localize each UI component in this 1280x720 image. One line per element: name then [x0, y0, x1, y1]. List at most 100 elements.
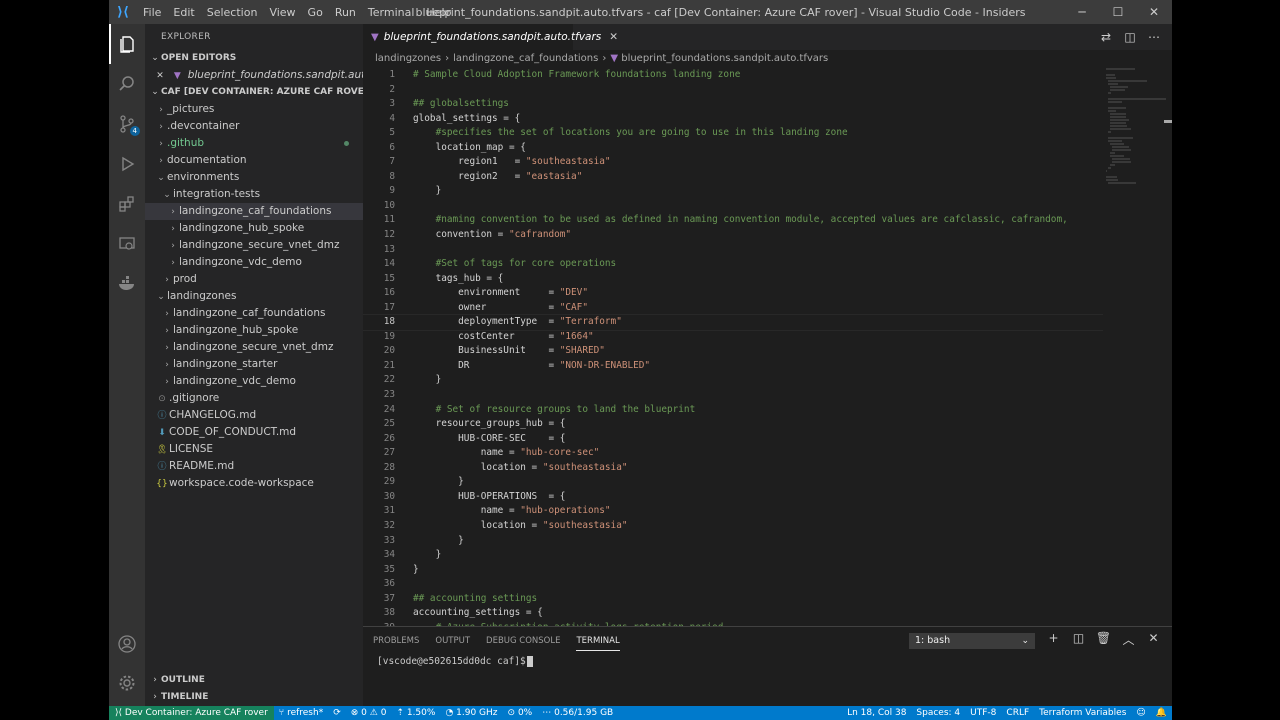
- tree-item[interactable]: ⬇ CODE_OF_CONDUCT.md: [145, 424, 363, 441]
- breadcrumb-item[interactable]: landingzones: [375, 53, 441, 64]
- tree-item[interactable]: › landingzone_vdc_demo: [145, 254, 363, 271]
- trash-icon[interactable]: 🗑: [1091, 631, 1116, 648]
- open-changes-icon[interactable]: ⇄: [1094, 30, 1118, 44]
- source-control-icon[interactable]: 4: [109, 104, 145, 144]
- problems-indicator[interactable]: ⊗ 0 ⚠ 0: [346, 708, 392, 718]
- manage-gear-icon[interactable]: [109, 663, 145, 703]
- sync-icon[interactable]: ⟳: [328, 708, 346, 718]
- cpu-indicator: ⇡ 1.50%: [391, 708, 440, 718]
- open-editors-section[interactable]: ⌄ OPEN EDITORS: [145, 50, 363, 67]
- string-literal: "cafrandom": [508, 229, 572, 241]
- menu-view[interactable]: View: [263, 6, 301, 19]
- close-panel-icon[interactable]: ✕: [1141, 631, 1166, 648]
- menu-selection[interactable]: Selection: [201, 6, 264, 19]
- breadcrumb-item[interactable]: blueprint_foundations.sandpit.auto.tfvar…: [621, 53, 828, 64]
- code-line: 10: [363, 199, 1103, 214]
- menu-go[interactable]: Go: [302, 6, 329, 19]
- docker-icon[interactable]: [109, 264, 145, 304]
- maximize-panel-icon[interactable]: ︿: [1116, 631, 1141, 648]
- info-icon: ⓘ: [157, 411, 167, 421]
- close-window-icon[interactable]: ✕: [1136, 0, 1172, 24]
- tree-item[interactable]: ⓘ README.md: [145, 458, 363, 475]
- editor-scrollbar[interactable]: [1164, 68, 1172, 626]
- tree-item[interactable]: 🎗LICENSE: [145, 441, 363, 458]
- code-text: }: [413, 549, 442, 561]
- search-icon[interactable]: [109, 64, 145, 104]
- line-ending[interactable]: CRLF: [1001, 708, 1034, 718]
- new-terminal-icon[interactable]: +: [1041, 631, 1066, 648]
- tree-item[interactable]: ⊙ .gitignore: [145, 390, 363, 407]
- panel-actions: + ◫ 🗑 ︿ ✕: [1041, 631, 1166, 648]
- code-line: 31 name = "hub-operations": [363, 504, 1103, 519]
- timeline-section[interactable]: › TIMELINE: [145, 689, 363, 706]
- split-terminal-icon[interactable]: ◫: [1066, 631, 1091, 648]
- line-number: 6: [389, 141, 395, 153]
- tree-item[interactable]: ⓘ CHANGELOG.md: [145, 407, 363, 424]
- more-actions-icon[interactable]: ⋯: [1142, 30, 1166, 44]
- explorer-icon[interactable]: [109, 24, 145, 64]
- tree-item[interactable]: › .github: [145, 135, 363, 152]
- tree-item[interactable]: ⌄ environments: [145, 169, 363, 186]
- scroll-thumb[interactable]: [1164, 120, 1172, 123]
- run-debug-icon[interactable]: [109, 144, 145, 184]
- menu-run[interactable]: Run: [329, 6, 362, 19]
- tree-item[interactable]: {}workspace.code-workspace: [145, 475, 363, 492]
- minimize-icon[interactable]: ─: [1064, 0, 1100, 24]
- tree-item[interactable]: › landingzone_hub_spoke: [145, 220, 363, 237]
- tree-item[interactable]: › landingzone_caf_foundations: [145, 305, 363, 322]
- tree-item[interactable]: › landingzone_secure_vnet_dmz: [145, 237, 363, 254]
- tree-item[interactable]: › landingzone_vdc_demo: [145, 373, 363, 390]
- tree-item[interactable]: › .devcontainer: [145, 118, 363, 135]
- tree-item-label: .devcontainer: [167, 120, 240, 132]
- tab-terminal[interactable]: TERMINAL: [576, 631, 620, 651]
- cursor-position[interactable]: Ln 18, Col 38: [842, 708, 911, 718]
- minimap-line: [1110, 122, 1126, 124]
- tab-output[interactable]: OUTPUT: [435, 627, 470, 655]
- minimap[interactable]: [1106, 68, 1166, 208]
- tree-item[interactable]: ⌄ landingzones: [145, 288, 363, 305]
- editor-area: ▼ blueprint_foundations.sandpit.auto.tfv…: [363, 24, 1172, 626]
- feedback-icon[interactable]: ☺: [1131, 708, 1150, 718]
- remote-indicator[interactable]: ⟩⟨ Dev Container: Azure CAF rover: [109, 706, 274, 720]
- terminal-select[interactable]: 1: bash ⌄: [909, 633, 1035, 649]
- code-line: 16 environment = "DEV": [363, 286, 1103, 301]
- close-icon[interactable]: ✕: [609, 31, 618, 43]
- tab-problems[interactable]: PROBLEMS: [373, 627, 419, 655]
- code-line: 30 HUB-OPERATIONS = {: [363, 490, 1103, 505]
- encoding[interactable]: UTF-8: [965, 708, 1001, 718]
- tree-item[interactable]: › landingzone_caf_foundations: [145, 203, 363, 220]
- terminal[interactable]: [vscode@e502615dd0dc caf]$: [363, 655, 1172, 669]
- split-editor-icon[interactable]: ◫: [1118, 30, 1142, 44]
- tree-item[interactable]: › landingzone_secure_vnet_dmz: [145, 339, 363, 356]
- tab-debug-console[interactable]: DEBUG CONSOLE: [486, 627, 560, 655]
- code-text: }: [413, 185, 442, 197]
- close-icon[interactable]: ✕: [153, 68, 167, 84]
- menu-edit[interactable]: Edit: [167, 6, 200, 19]
- code-editor[interactable]: 1 # Sample Cloud Adoption Framework found…: [363, 68, 1103, 626]
- indentation[interactable]: Spaces: 4: [911, 708, 965, 718]
- outline-section[interactable]: › OUTLINE: [145, 672, 363, 689]
- tree-item[interactable]: › landingzone_hub_spoke: [145, 322, 363, 339]
- editor-tab[interactable]: ▼ blueprint_foundations.sandpit.auto.tfv…: [363, 24, 618, 50]
- remote-label: Dev Container: Azure CAF rover: [124, 708, 268, 718]
- workspace-section[interactable]: ⌄ CAF [DEV CONTAINER: AZURE CAF ROVER]: [145, 84, 375, 101]
- tree-item[interactable]: ⌄ integration-tests: [145, 186, 363, 203]
- open-editor-item[interactable]: ✕ ▼ blueprint_foundations.sandpit.auto.t…: [145, 67, 363, 84]
- language-mode[interactable]: Terraform Variables: [1034, 708, 1131, 718]
- tree-item[interactable]: › landingzone_starter: [145, 356, 363, 373]
- maximize-icon[interactable]: ☐: [1100, 0, 1136, 24]
- string-literal: "southeastasia": [542, 461, 628, 473]
- accounts-icon[interactable]: [109, 624, 145, 664]
- extensions-icon[interactable]: [109, 184, 145, 224]
- chevron-right-icon: ›: [165, 360, 169, 370]
- tree-item[interactable]: › documentation: [145, 152, 363, 169]
- line-number: 35: [383, 563, 395, 575]
- branch-indicator[interactable]: ⑂ refresh*: [274, 708, 328, 718]
- tree-item[interactable]: › _pictures: [145, 101, 363, 118]
- line-number: 12: [383, 229, 395, 241]
- tree-item[interactable]: › prod: [145, 271, 363, 288]
- breadcrumb-item[interactable]: landingzone_caf_foundations: [453, 53, 598, 64]
- remote-explorer-icon[interactable]: [109, 224, 145, 264]
- menu-file[interactable]: File: [137, 6, 167, 19]
- notifications-bell-icon[interactable]: 🔔: [1151, 708, 1172, 718]
